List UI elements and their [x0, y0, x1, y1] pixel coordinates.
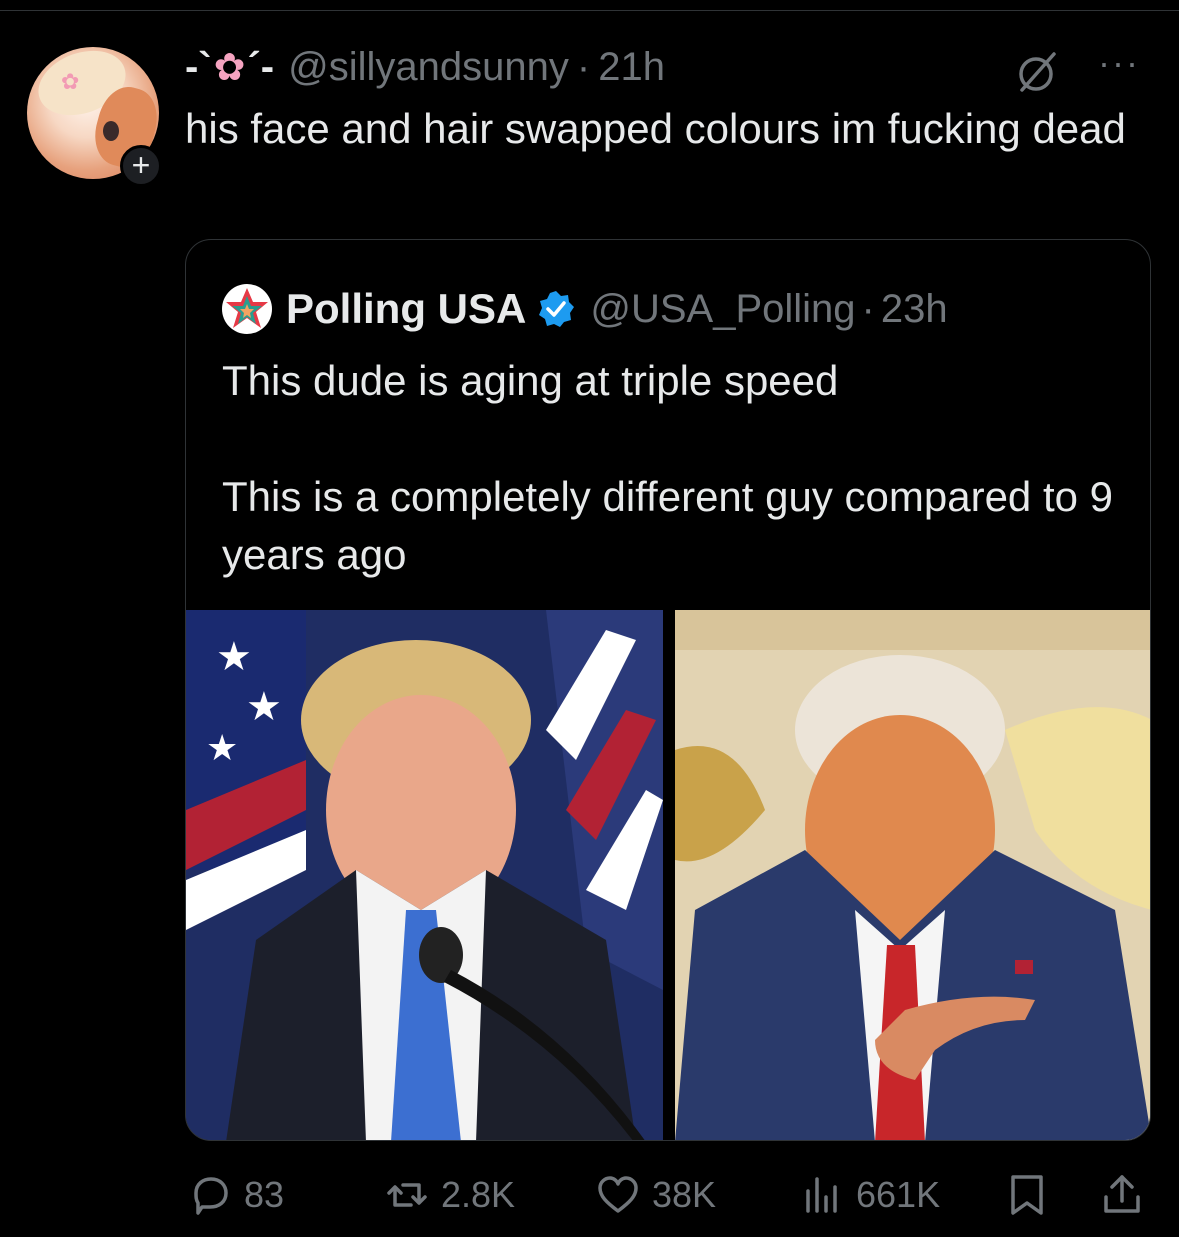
avatar-flower-icon: ✿	[61, 69, 80, 94]
views-button[interactable]: 661K	[800, 1170, 940, 1220]
svg-text:★: ★	[206, 727, 238, 768]
quote-image-left[interactable]: ★ ★ ★	[186, 610, 663, 1140]
repost-icon	[387, 1183, 427, 1207]
quote-time[interactable]: 23h	[881, 287, 948, 332]
svg-text:★: ★	[216, 635, 252, 679]
quote-header: Polling USA @USA_Polling · 23h	[222, 284, 948, 334]
follow-button[interactable]: +	[120, 145, 162, 187]
quote-display-name[interactable]: Polling USA	[286, 285, 526, 333]
views-icon	[806, 1177, 837, 1213]
post-text: his face and hair swapped colours im fuc…	[185, 105, 1126, 152]
like-count: 38K	[652, 1174, 717, 1215]
display-name-left: -`	[185, 44, 212, 89]
share-button[interactable]	[1100, 1170, 1156, 1220]
display-name-right: ´-	[247, 44, 275, 89]
sakura-icon: ✿	[213, 46, 246, 89]
bookmark-button[interactable]	[1005, 1170, 1061, 1220]
heart-icon	[598, 1176, 638, 1213]
like-button[interactable]: 38K	[596, 1170, 716, 1220]
reply-button[interactable]: 83	[188, 1170, 284, 1220]
separator-dot: ·	[576, 44, 591, 89]
reply-count: 83	[244, 1174, 285, 1215]
quote-separator-dot: ·	[861, 286, 875, 331]
reply-icon	[194, 1177, 228, 1215]
top-divider	[0, 10, 1179, 11]
grok-icon[interactable]	[1016, 50, 1060, 94]
author-handle[interactable]: @sillyandsunny	[288, 45, 569, 90]
svg-text:★: ★	[246, 685, 282, 729]
polling-usa-logo-icon	[226, 288, 268, 328]
quote-image-right[interactable]	[675, 610, 1150, 1140]
verified-badge-icon	[539, 291, 575, 327]
bookmark-icon	[1011, 1175, 1043, 1215]
post-time[interactable]: 21h	[598, 45, 665, 90]
display-name[interactable]: -`✿´-	[185, 45, 274, 90]
share-icon	[1104, 1175, 1140, 1213]
post-header: -`✿´- @sillyandsunny · 21h	[185, 42, 665, 92]
repost-count: 2.8K	[441, 1174, 516, 1215]
quote-handle[interactable]: @USA_Polling	[590, 287, 855, 332]
more-icon[interactable]: ···	[1098, 42, 1140, 84]
photo-left-illustration: ★ ★ ★	[186, 610, 663, 1140]
repost-button[interactable]: 2.8K	[385, 1170, 515, 1220]
quoted-post[interactable]: Polling USA @USA_Polling · 23h This dude…	[185, 239, 1151, 1141]
polling-usa-avatar[interactable]	[222, 284, 272, 334]
views-count: 661K	[856, 1174, 941, 1215]
action-bar: 83 2.8K 38K 661K	[0, 1160, 1179, 1230]
avatar-eye	[103, 121, 119, 141]
photo-right-illustration	[675, 610, 1150, 1140]
quote-text: This dude is aging at triple speed This …	[222, 357, 1114, 578]
